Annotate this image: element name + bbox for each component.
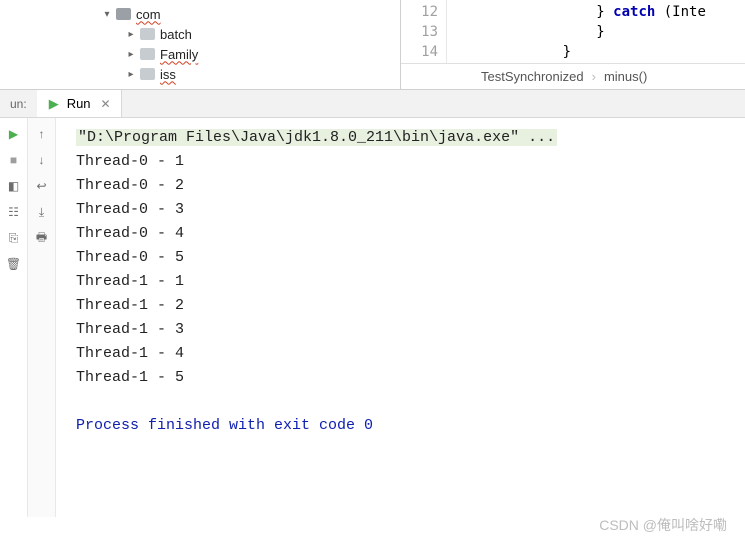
layout-icon[interactable]: ☷: [6, 204, 22, 220]
package-icon: [140, 48, 155, 60]
console-line: Thread-0 - 1: [76, 150, 745, 174]
tree-label: Family: [160, 47, 198, 62]
chevron-right-icon[interactable]: ▸: [124, 49, 138, 60]
breadcrumb-method[interactable]: minus(): [604, 69, 647, 84]
console-line: Thread-1 - 2: [76, 294, 745, 318]
console-line: Thread-1 - 3: [76, 318, 745, 342]
close-icon[interactable]: ✕: [99, 97, 113, 111]
line-number: 14: [401, 42, 438, 62]
run-toolbar: un: ▶ Run ✕: [0, 90, 745, 118]
watermark: CSDN @俺叫啥好嘞: [599, 515, 727, 535]
run-toolwindow-label: un:: [0, 97, 37, 111]
tree-label: batch: [160, 27, 192, 42]
export-icon[interactable]: ⎘: [6, 230, 22, 246]
code-body[interactable]: } catch (Inte } }: [447, 0, 706, 63]
chevron-right-icon[interactable]: ▸: [124, 29, 138, 40]
console-line: Thread-0 - 2: [76, 174, 745, 198]
wrap-icon[interactable]: ↩: [34, 178, 50, 194]
tree-node-com[interactable]: ▾ com: [100, 4, 400, 24]
tab-label: Run: [67, 96, 91, 111]
console-line: Thread-1 - 4: [76, 342, 745, 366]
breadcrumb: TestSynchronized › minus(): [401, 63, 745, 89]
breadcrumb-class[interactable]: TestSynchronized: [481, 69, 584, 84]
run-green-icon: ▶: [49, 96, 59, 112]
package-icon: [140, 28, 155, 40]
stop-icon[interactable]: ■: [6, 152, 22, 168]
console-line: Thread-0 - 3: [76, 198, 745, 222]
project-tree: ▾ com ▸ batch ▸ Family ▸ iss: [0, 0, 400, 89]
tree-label: iss: [160, 67, 176, 82]
run-actions-col1: ▶ ■ ◧ ☷ ⎘ 🗑: [0, 118, 28, 517]
tree-label: com: [136, 7, 161, 22]
down-arrow-icon[interactable]: ↓: [34, 152, 50, 168]
chevron-right-icon: ›: [592, 69, 596, 84]
line-number: 13: [401, 22, 438, 42]
chevron-down-icon[interactable]: ▾: [100, 9, 114, 20]
scroll-icon[interactable]: ⤓: [34, 204, 50, 220]
console-exit: Process finished with exit code 0: [76, 414, 745, 438]
print-icon[interactable]: 🖶: [34, 230, 50, 246]
editor-panel: 12 13 14 } catch (Inte } } TestSynchroni…: [400, 0, 745, 89]
code-line: }: [453, 42, 706, 62]
up-arrow-icon[interactable]: ↑: [34, 126, 50, 142]
line-gutter: 12 13 14: [401, 0, 447, 63]
console-output[interactable]: "D:\Program Files\Java\jdk1.8.0_211\bin\…: [56, 118, 745, 517]
code-area[interactable]: 12 13 14 } catch (Inte } }: [401, 0, 745, 63]
console-line: Thread-1 - 5: [76, 366, 745, 390]
tree-node-family[interactable]: ▸ Family: [100, 44, 400, 64]
trash-icon[interactable]: 🗑: [6, 256, 22, 272]
chevron-right-icon[interactable]: ▸: [124, 69, 138, 80]
top-area: ▾ com ▸ batch ▸ Family ▸ iss 12 13 14: [0, 0, 745, 90]
run-actions-col2: ↑ ↓ ↩ ⤓ 🖶: [28, 118, 56, 517]
line-number: 12: [401, 2, 438, 22]
console-line: Thread-0 - 5: [76, 246, 745, 270]
folder-open-icon: [116, 8, 131, 20]
code-line: }: [453, 22, 706, 42]
code-line: } catch (Inte: [453, 2, 706, 22]
play-icon[interactable]: ▶: [6, 126, 22, 142]
console-command: "D:\Program Files\Java\jdk1.8.0_211\bin\…: [76, 129, 557, 146]
package-icon: [140, 68, 155, 80]
console-line: Thread-1 - 1: [76, 270, 745, 294]
tab-run[interactable]: ▶ Run ✕: [37, 90, 122, 117]
run-body: ▶ ■ ◧ ☷ ⎘ 🗑 ↑ ↓ ↩ ⤓ 🖶 "D:\Program Files\…: [0, 118, 745, 517]
console-line: Thread-0 - 4: [76, 222, 745, 246]
tree-node-batch[interactable]: ▸ batch: [100, 24, 400, 44]
tree-node-iss[interactable]: ▸ iss: [100, 64, 400, 84]
camera-icon[interactable]: ◧: [6, 178, 22, 194]
